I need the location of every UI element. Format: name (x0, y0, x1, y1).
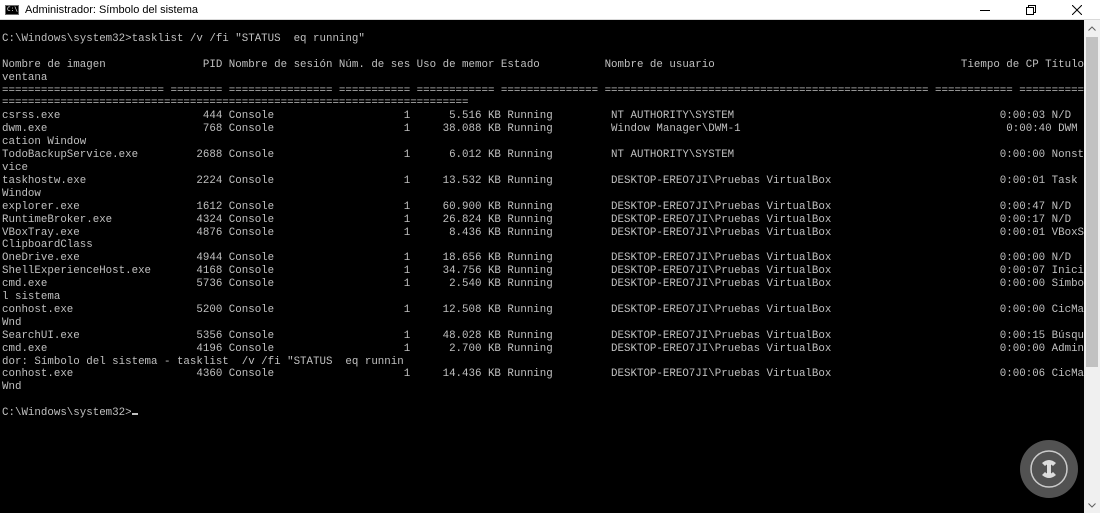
minimize-button[interactable] (962, 0, 1008, 20)
maximize-button[interactable] (1008, 0, 1054, 20)
console-line: csrss.exe 444 Console 1 5.516 KB Running… (2, 110, 1072, 123)
scroll-up-arrow-icon (1088, 25, 1096, 31)
console-line: ========================================… (2, 97, 469, 110)
console-line: RuntimeBroker.exe 4324 Console 1 26.824 … (2, 213, 1072, 226)
console-line: explorer.exe 1612 Console 1 60.900 KB Ru… (2, 200, 1072, 213)
cmd-window: C:\ Administrador: Símbolo del sistema C… (0, 0, 1100, 513)
scroll-down-button[interactable] (1084, 497, 1100, 513)
console-lines: C:\Windows\system32>tasklist /v /fi "STA… (2, 33, 1084, 393)
window-controls (962, 0, 1100, 20)
console-line: dor: Símbolo del sistema - tasklist /v /… (2, 355, 404, 368)
vertical-scrollbar[interactable] (1084, 20, 1100, 513)
console-line: Window (2, 187, 41, 200)
text-cursor (131, 413, 138, 416)
console-line: Nombre de imagen PID Nombre de sesión Nú… (2, 58, 1084, 71)
scroll-down-arrow-icon (1088, 502, 1096, 508)
console-line: VBoxTray.exe 4876 Console 1 8.436 KB Run… (2, 226, 1084, 239)
console-line: vice (2, 161, 28, 174)
console-line: TodoBackupService.exe 2688 Console 1 6.0… (2, 149, 1084, 162)
console-line: ShellExperienceHost.exe 4168 Console 1 3… (2, 265, 1084, 278)
console-line: conhost.exe 5200 Console 1 12.508 KB Run… (2, 303, 1084, 316)
console-line: ventana (2, 71, 48, 84)
console-line: cation Window (2, 136, 87, 149)
restore-icon (1026, 5, 1036, 15)
console-line: C:\Windows\system32>tasklist /v /fi "STA… (2, 32, 365, 45)
console-line: OneDrive.exe 4944 Console 1 18.656 KB Ru… (2, 252, 1072, 265)
console-line: conhost.exe 4360 Console 1 14.436 KB Run… (2, 368, 1084, 381)
minimize-icon (980, 10, 990, 11)
scroll-thumb[interactable] (1086, 37, 1098, 367)
console-line: ========================= ======== =====… (2, 84, 1084, 97)
cmd-icon: C:\ (5, 4, 19, 15)
console-output[interactable]: C:\Windows\system32>tasklist /v /fi "STA… (0, 20, 1084, 513)
console-line: SearchUI.exe 5356 Console 1 48.028 KB Ru… (2, 329, 1084, 342)
console-line: Wnd (2, 316, 22, 329)
console-line: ClipboardClass (2, 239, 93, 252)
console-line: dwm.exe 768 Console 1 38.088 KB Running … (2, 123, 1078, 136)
title-bar[interactable]: C:\ Administrador: Símbolo del sistema (0, 0, 1100, 20)
window-title: Administrador: Símbolo del sistema (25, 3, 199, 16)
close-button[interactable] (1054, 0, 1100, 20)
watermark-logo (1020, 440, 1078, 498)
console-line: Wnd (2, 381, 22, 394)
watermark-logo-icon (1030, 450, 1068, 488)
console-line: l sistema (2, 291, 61, 304)
scroll-up-button[interactable] (1084, 20, 1100, 36)
close-icon (1072, 5, 1082, 15)
command-prompt: C:\Windows\system32> (2, 407, 132, 420)
console-line: cmd.exe 4196 Console 1 2.700 KB Running … (2, 342, 1084, 355)
console-line: taskhostw.exe 2224 Console 1 13.532 KB R… (2, 174, 1078, 187)
console-line: cmd.exe 5736 Console 1 2.540 KB Running … (2, 278, 1084, 291)
